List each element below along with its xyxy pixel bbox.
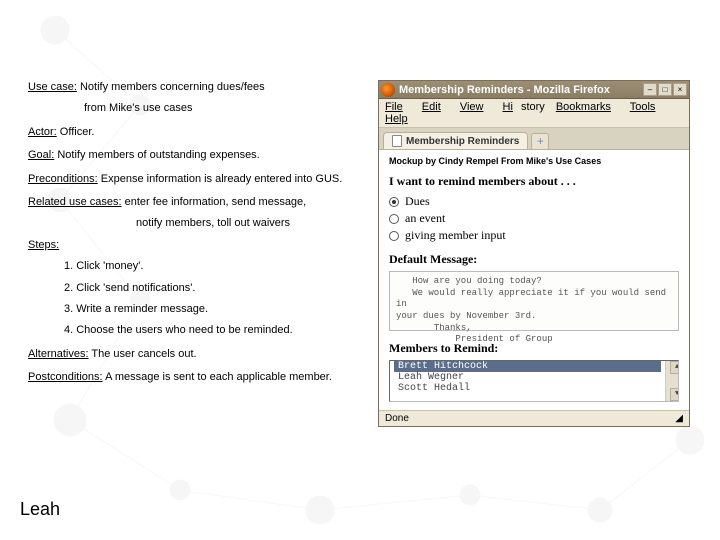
usecase-subtitle: from Mike's use cases	[28, 101, 358, 116]
step-4: 4. Choose the users who need to be remin…	[28, 323, 358, 338]
menu-help[interactable]: Help	[385, 113, 416, 125]
page-body: Mockup by Cindy Rempel From Mike's Use C…	[379, 150, 689, 410]
goal-value: Notify members of outstanding expenses.	[57, 149, 259, 161]
mockup-byline: Mockup by Cindy Rempel From Mike's Use C…	[389, 156, 679, 166]
radio-label: Dues	[405, 194, 430, 209]
window-title: Membership Reminders - Mozilla Firefox	[399, 84, 639, 96]
close-button[interactable]: ×	[673, 83, 687, 96]
scroll-down-icon[interactable]: ▼	[670, 388, 679, 401]
default-message-textarea[interactable]: How are you doing today? We would really…	[389, 271, 679, 331]
radio-icon	[389, 214, 399, 224]
related-label: Related use cases:	[28, 196, 122, 208]
radio-input[interactable]: giving member input	[389, 227, 679, 244]
tab-label: Membership Reminders	[406, 136, 519, 147]
list-item[interactable]: Leah Wegner	[394, 372, 661, 383]
list-item[interactable]: Scott Hedall	[394, 383, 661, 394]
step-1: 1. Click 'money'.	[28, 259, 358, 274]
related-value-line2: notify members, toll out waivers	[28, 216, 358, 231]
menu-view[interactable]: View	[460, 101, 492, 113]
new-tab-button[interactable]: +	[531, 133, 549, 149]
maximize-button[interactable]: □	[658, 83, 672, 96]
steps-label: Steps:	[28, 238, 358, 253]
menu-bookmarks[interactable]: Bookmarks	[556, 101, 619, 113]
members-listbox[interactable]: Brett Hitchcock Leah Wegner Scott Hedall…	[389, 360, 679, 402]
titlebar: Membership Reminders - Mozilla Firefox –…	[379, 81, 689, 99]
menubar: File Edit View History Bookmarks Tools H…	[379, 99, 689, 128]
scrollbar[interactable]: ▲ ▼	[665, 361, 678, 401]
usecase-title-text: Notify members concerning dues/fees	[80, 81, 265, 93]
list-item[interactable]: Brett Hitchcock	[394, 361, 661, 372]
alternatives-value: The user cancels out.	[91, 348, 196, 360]
radio-label: an event	[405, 211, 445, 226]
related-value-line1: enter fee information, send message,	[125, 196, 307, 208]
radio-icon	[389, 197, 399, 207]
page-icon	[392, 135, 402, 147]
radio-event[interactable]: an event	[389, 210, 679, 227]
browser-mockup: Membership Reminders - Mozilla Firefox –…	[378, 80, 690, 427]
remind-heading: I want to remind members about . . .	[389, 174, 679, 189]
actor-value: Officer.	[60, 126, 95, 138]
tabbar: Membership Reminders +	[379, 128, 689, 150]
firefox-icon	[381, 83, 395, 97]
default-message-label: Default Message:	[389, 252, 679, 267]
minimize-button[interactable]: –	[643, 83, 657, 96]
usecase-title-label: Use case:	[28, 81, 77, 93]
actor-label: Actor:	[28, 126, 57, 138]
preconditions-value: Expense information is already entered i…	[101, 173, 343, 185]
menu-history[interactable]: History	[503, 101, 545, 113]
menu-tools[interactable]: Tools	[630, 101, 664, 113]
radio-label: giving member input	[405, 228, 506, 243]
statusbar: Done ◢	[379, 410, 689, 426]
menu-file[interactable]: File	[385, 101, 411, 113]
remind-options: Dues an event giving member input	[389, 193, 679, 244]
slide-author: Leah	[20, 499, 60, 520]
preconditions-label: Preconditions:	[28, 173, 98, 185]
radio-dues[interactable]: Dues	[389, 193, 679, 210]
step-3: 3. Write a reminder message.	[28, 302, 358, 317]
usecase-text-column: Use case: Notify members concerning dues…	[28, 80, 358, 427]
menu-edit[interactable]: Edit	[422, 101, 449, 113]
radio-icon	[389, 231, 399, 241]
resize-grip-icon[interactable]: ◢	[675, 413, 683, 424]
step-2: 2. Click 'send notifications'.	[28, 281, 358, 296]
goal-label: Goal:	[28, 149, 54, 161]
tab-membership-reminders[interactable]: Membership Reminders	[383, 132, 528, 149]
alternatives-label: Alternatives:	[28, 348, 89, 360]
postconditions-label: Postconditions:	[28, 371, 103, 383]
scroll-up-icon[interactable]: ▲	[670, 361, 679, 374]
status-text: Done	[385, 413, 409, 424]
postconditions-value: A message is sent to each applicable mem…	[105, 371, 332, 383]
